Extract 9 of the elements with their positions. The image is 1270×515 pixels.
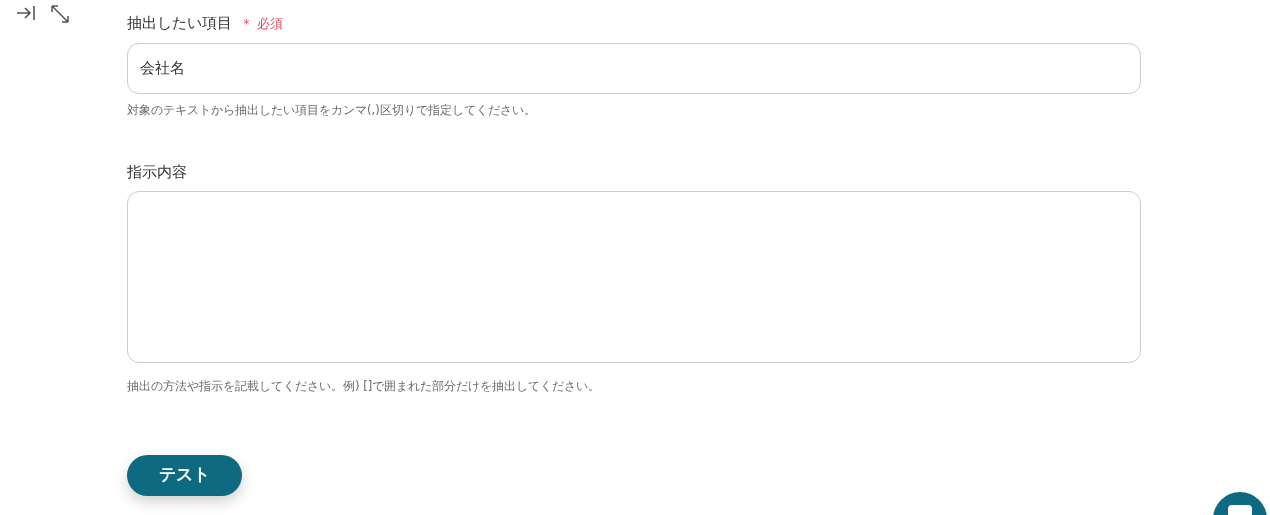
collapse-icon[interactable]	[16, 4, 36, 22]
required-label: ＊ 必須	[240, 14, 284, 33]
field-label: 抽出したい項目	[127, 13, 232, 34]
help-text: 抽出の方法や指示を記載してください。例) []で囲まれた部分だけを抽出してください。	[127, 378, 602, 396]
help-text: 対象のテキストから抽出したい項目をカンマ(,)区切りで指定してください。	[127, 101, 537, 119]
expand-icon[interactable]	[50, 4, 70, 24]
input-field[interactable]: 会社名	[127, 42, 1141, 94]
test-button[interactable]: テスト	[127, 454, 242, 496]
field-label: 指示内容	[127, 161, 187, 183]
